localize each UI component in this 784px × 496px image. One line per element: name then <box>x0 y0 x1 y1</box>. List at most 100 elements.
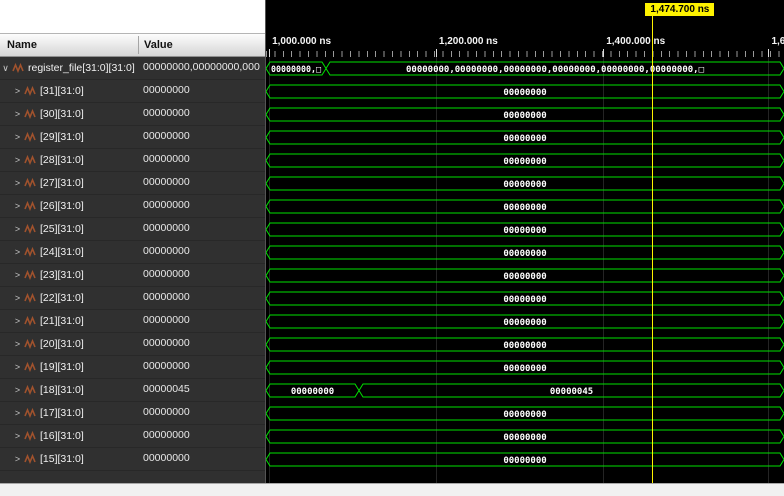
signal-value: 00000000 <box>143 245 190 257</box>
ruler-tick-label: 1,60 <box>768 36 784 57</box>
signal-row[interactable]: ∨ register_file[31:0][31:0] 00000000,00000… <box>0 57 265 80</box>
signal-row[interactable]: > [15][31:0] 00000000 <box>0 448 265 471</box>
signal-name: [17][31:0] <box>40 407 84 419</box>
bus-segment-value: 00000000 <box>503 433 546 443</box>
wave-rows: 00000000,□ 00000000,00000000,00000000,000… <box>266 57 784 483</box>
expand-arrow-icon[interactable]: > <box>12 109 23 119</box>
signal-name: [27][31:0] <box>40 177 84 189</box>
bus-segment-value: 00000000 <box>503 364 546 374</box>
waveform-row[interactable]: 00000000 <box>266 356 784 379</box>
signal-name: [15][31:0] <box>40 453 84 465</box>
bus-segment-value: 00000000 <box>503 203 546 213</box>
signal-row[interactable]: > [26][31:0] 00000000 <box>0 195 265 218</box>
signal-value: 00000000 <box>143 130 190 142</box>
signal-value: 00000000 <box>143 84 190 96</box>
signal-name: [18][31:0] <box>40 384 84 396</box>
signal-row[interactable]: > [18][31:0] 00000045 <box>0 379 265 402</box>
expand-arrow-icon[interactable]: > <box>12 86 23 96</box>
waveform-row[interactable]: 00000000 <box>266 218 784 241</box>
bus-icon <box>24 86 36 96</box>
cursor-line[interactable] <box>652 15 654 483</box>
signal-value: 00000000 <box>143 199 190 211</box>
waveform-row[interactable]: 00000000 <box>266 149 784 172</box>
expand-arrow-icon[interactable]: > <box>12 339 23 349</box>
signal-name: [25][31:0] <box>40 223 84 235</box>
horizontal-scrollbar[interactable] <box>0 483 784 496</box>
bus-icon <box>24 339 36 349</box>
signal-value: 00000000 <box>143 314 190 326</box>
expand-arrow-icon[interactable]: > <box>12 385 23 395</box>
signal-row[interactable]: > [31][31:0] 00000000 <box>0 80 265 103</box>
waveform-row[interactable]: 00000000 <box>266 80 784 103</box>
signal-row[interactable]: > [30][31:0] 00000000 <box>0 103 265 126</box>
expand-arrow-icon[interactable]: > <box>12 454 23 464</box>
expand-arrow-icon[interactable]: > <box>12 224 23 234</box>
waveform-row[interactable]: 00000000,□ 00000000,00000000,00000000,000… <box>266 57 784 80</box>
signal-value: 00000000 <box>143 452 190 464</box>
signal-row[interactable]: > [21][31:0] 00000000 <box>0 310 265 333</box>
signal-row[interactable]: > [17][31:0] 00000000 <box>0 402 265 425</box>
expand-arrow-icon[interactable]: > <box>12 201 23 211</box>
waveform-row[interactable]: 00000000 <box>266 402 784 425</box>
bus-icon <box>24 408 36 418</box>
collapse-arrow-icon[interactable]: ∨ <box>0 63 11 74</box>
signal-row[interactable]: > [20][31:0] 00000000 <box>0 333 265 356</box>
signal-row[interactable]: > [23][31:0] 00000000 <box>0 264 265 287</box>
signal-name: [31][31:0] <box>40 85 84 97</box>
value-column-header[interactable]: Value <box>144 39 173 51</box>
signal-name: [28][31:0] <box>40 154 84 166</box>
waveform-row[interactable]: 00000000 <box>266 448 784 471</box>
signal-row[interactable]: > [16][31:0] 00000000 <box>0 425 265 448</box>
bus-icon <box>24 270 36 280</box>
signal-value: 00000000 <box>143 176 190 188</box>
column-divider[interactable] <box>138 36 139 54</box>
bus-segment-value: 00000000 <box>503 456 546 466</box>
bus-icon <box>24 247 36 257</box>
waveform-row[interactable]: 00000000 <box>266 195 784 218</box>
expand-arrow-icon[interactable]: > <box>12 431 23 441</box>
expand-arrow-icon[interactable]: > <box>12 408 23 418</box>
signal-row[interactable]: > [22][31:0] 00000000 <box>0 287 265 310</box>
waveform-row[interactable]: 00000000 <box>266 425 784 448</box>
waveform-row[interactable]: 00000000 <box>266 103 784 126</box>
signal-value: 00000045 <box>143 383 190 395</box>
expand-arrow-icon[interactable]: > <box>12 362 23 372</box>
waveform-row[interactable]: 00000000 00000045 <box>266 379 784 402</box>
signal-name: [30][31:0] <box>40 108 84 120</box>
expand-arrow-icon[interactable]: > <box>12 293 23 303</box>
expand-arrow-icon[interactable]: > <box>12 178 23 188</box>
waveform-row[interactable]: 00000000 <box>266 126 784 149</box>
expand-arrow-icon[interactable]: > <box>12 132 23 142</box>
waveform-row[interactable]: 00000000 <box>266 172 784 195</box>
signal-panel-header: Name Value <box>0 33 265 57</box>
name-column-header[interactable]: Name <box>7 39 37 51</box>
signal-panel: Name Value ∨ register_file[31:0][31:0] 000… <box>0 0 266 483</box>
signal-panel-top-area <box>0 0 265 33</box>
bus-icon <box>24 155 36 165</box>
signal-name: [24][31:0] <box>40 246 84 258</box>
signal-row[interactable]: > [25][31:0] 00000000 <box>0 218 265 241</box>
expand-arrow-icon[interactable]: > <box>12 155 23 165</box>
signal-row[interactable]: > [28][31:0] 00000000 <box>0 149 265 172</box>
expand-arrow-icon[interactable]: > <box>12 316 23 326</box>
waveform-row[interactable]: 00000000 <box>266 241 784 264</box>
ruler-tick-label: 1,000.000 ns <box>269 36 331 57</box>
signal-row[interactable]: > [29][31:0] 00000000 <box>0 126 265 149</box>
bus-segment-value: 00000000 <box>503 341 546 351</box>
bus-icon <box>24 316 36 326</box>
expand-arrow-icon[interactable]: > <box>12 270 23 280</box>
signal-row[interactable]: > [19][31:0] 00000000 <box>0 356 265 379</box>
cursor-time-label[interactable]: 1,474.700 ns <box>645 3 715 16</box>
signal-row[interactable]: > [24][31:0] 00000000 <box>0 241 265 264</box>
expand-arrow-icon[interactable]: > <box>12 247 23 257</box>
bus-icon <box>24 224 36 234</box>
waveform-row[interactable]: 00000000 <box>266 264 784 287</box>
bus-icon <box>24 293 36 303</box>
waveform-row[interactable]: 00000000 <box>266 310 784 333</box>
bus-segment-value: 00000000 <box>503 134 546 144</box>
waveform-row[interactable]: 00000000 <box>266 287 784 310</box>
waveform-row[interactable]: 00000000 <box>266 333 784 356</box>
bus-segment-value: 00000000 <box>503 295 546 305</box>
signal-value: 00000000 <box>143 406 190 418</box>
signal-row[interactable]: > [27][31:0] 00000000 <box>0 172 265 195</box>
